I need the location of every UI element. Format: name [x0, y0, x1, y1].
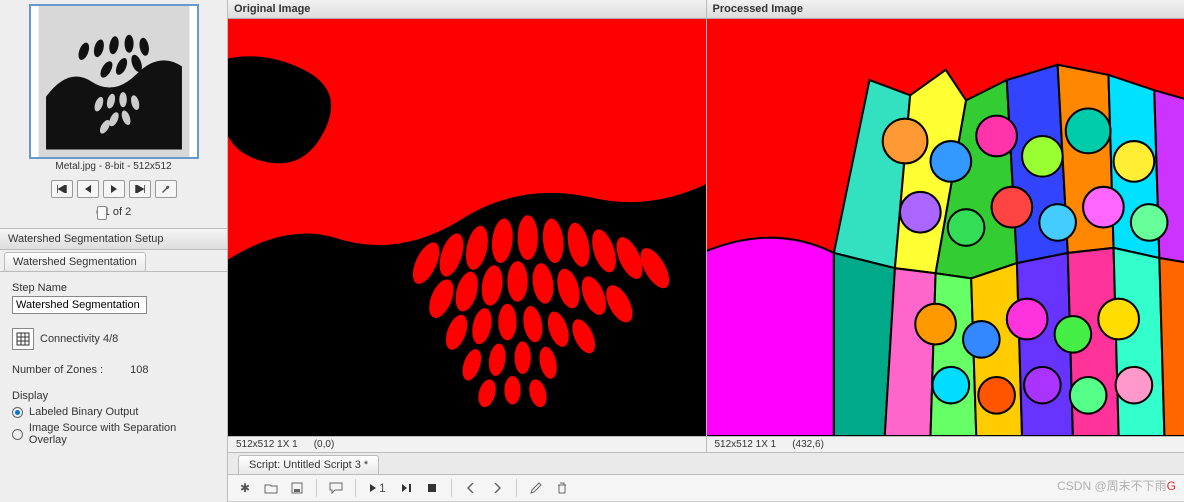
- radio-overlay-text: Image Source with Separation Overlay: [29, 422, 215, 446]
- wrench-icon: [161, 184, 171, 194]
- pencil-icon: [530, 482, 542, 494]
- image-preview-area: Metal.jpg - 8-bit - 512x512: [0, 0, 227, 228]
- open-button[interactable]: [260, 478, 282, 498]
- prev-step-button[interactable]: [460, 478, 482, 498]
- run-label: 1: [379, 481, 386, 495]
- processed-image: [707, 19, 1184, 436]
- radio-icon: [12, 429, 23, 440]
- chevron-left-icon: [467, 483, 475, 493]
- sidebar: Metal.jpg - 8-bit - 512x512: [0, 0, 228, 502]
- skip-back-icon: [57, 185, 67, 193]
- form-body: Step Name Connectivity 4/8 Number of Zon…: [0, 272, 227, 456]
- pager-label: 1 of 2: [104, 206, 132, 218]
- edit-button[interactable]: [525, 478, 547, 498]
- save-icon: [291, 482, 303, 494]
- first-button[interactable]: [51, 180, 73, 198]
- slider-row: 1 of 2: [96, 206, 132, 218]
- save-button[interactable]: [286, 478, 308, 498]
- original-header: Original Image: [228, 0, 706, 19]
- original-image: [228, 19, 706, 436]
- step-icon: [401, 484, 411, 492]
- delete-button[interactable]: [551, 478, 573, 498]
- main-content: Original Image: [228, 0, 1184, 502]
- step-button[interactable]: [395, 478, 417, 498]
- last-button[interactable]: [129, 180, 151, 198]
- run-button[interactable]: 1: [364, 478, 391, 498]
- new-button[interactable]: ✱: [234, 478, 256, 498]
- processed-image-panel: Processed Image: [706, 0, 1184, 452]
- nav-controls: [51, 180, 177, 198]
- tab-watershed[interactable]: Watershed Segmentation: [4, 252, 146, 271]
- stop-button[interactable]: [421, 478, 443, 498]
- next-button[interactable]: [103, 180, 125, 198]
- radio-icon: [12, 407, 23, 418]
- script-section: Script: Untitled Script 3 * ✱ 1: [228, 452, 1184, 502]
- status-coord: (432,6): [792, 439, 824, 450]
- connectivity-toggle[interactable]: [12, 328, 34, 350]
- step-name-input[interactable]: [12, 296, 147, 314]
- radio-labeled-output[interactable]: Labeled Binary Output: [12, 406, 215, 418]
- trash-icon: [557, 482, 567, 494]
- zones-value: 108: [130, 364, 148, 376]
- tab-bar: Watershed Segmentation: [0, 250, 227, 272]
- next-step-button[interactable]: [486, 478, 508, 498]
- frame-slider[interactable]: [96, 210, 98, 214]
- status-coord: (0,0): [314, 439, 335, 450]
- thumbnail[interactable]: [29, 4, 199, 159]
- chevron-right-icon: [110, 185, 118, 193]
- radio-overlay-output[interactable]: Image Source with Separation Overlay: [12, 422, 215, 446]
- chevron-left-icon: [84, 185, 92, 193]
- settings-button[interactable]: [155, 180, 177, 198]
- chevron-right-icon: [493, 483, 501, 493]
- connectivity-label: Connectivity 4/8: [40, 333, 118, 345]
- original-canvas[interactable]: [228, 19, 706, 436]
- radio-labeled-text: Labeled Binary Output: [29, 406, 138, 418]
- processed-header: Processed Image: [707, 0, 1184, 19]
- status-size: 512x512 1X 1: [715, 439, 777, 450]
- thumbnail-caption: Metal.jpg - 8-bit - 512x512: [55, 161, 171, 172]
- skip-forward-icon: [135, 185, 145, 193]
- sparkle-icon: ✱: [240, 481, 250, 495]
- thumbnail-image: [31, 6, 197, 157]
- grid-icon: [16, 332, 30, 346]
- script-toolbar: ✱ 1: [228, 475, 1184, 502]
- status-size: 512x512 1X 1: [236, 439, 298, 450]
- processed-canvas[interactable]: [707, 19, 1184, 436]
- speech-bubble-icon: [329, 482, 343, 494]
- setup-header: Watershed Segmentation Setup: [0, 228, 227, 250]
- display-label: Display: [12, 390, 215, 402]
- original-status: 512x512 1X 1 (0,0): [228, 436, 706, 452]
- slider-thumb[interactable]: [97, 206, 107, 220]
- play-icon: [369, 484, 377, 492]
- script-tab[interactable]: Script: Untitled Script 3 *: [238, 455, 379, 474]
- zones-label: Number of Zones :: [12, 364, 103, 376]
- stop-icon: [428, 484, 436, 492]
- comment-button[interactable]: [325, 478, 347, 498]
- folder-icon: [264, 482, 278, 494]
- processed-status: 512x512 1X 1 (432,6): [707, 436, 1184, 452]
- step-name-label: Step Name: [12, 282, 215, 294]
- prev-button[interactable]: [77, 180, 99, 198]
- original-image-panel: Original Image: [228, 0, 706, 452]
